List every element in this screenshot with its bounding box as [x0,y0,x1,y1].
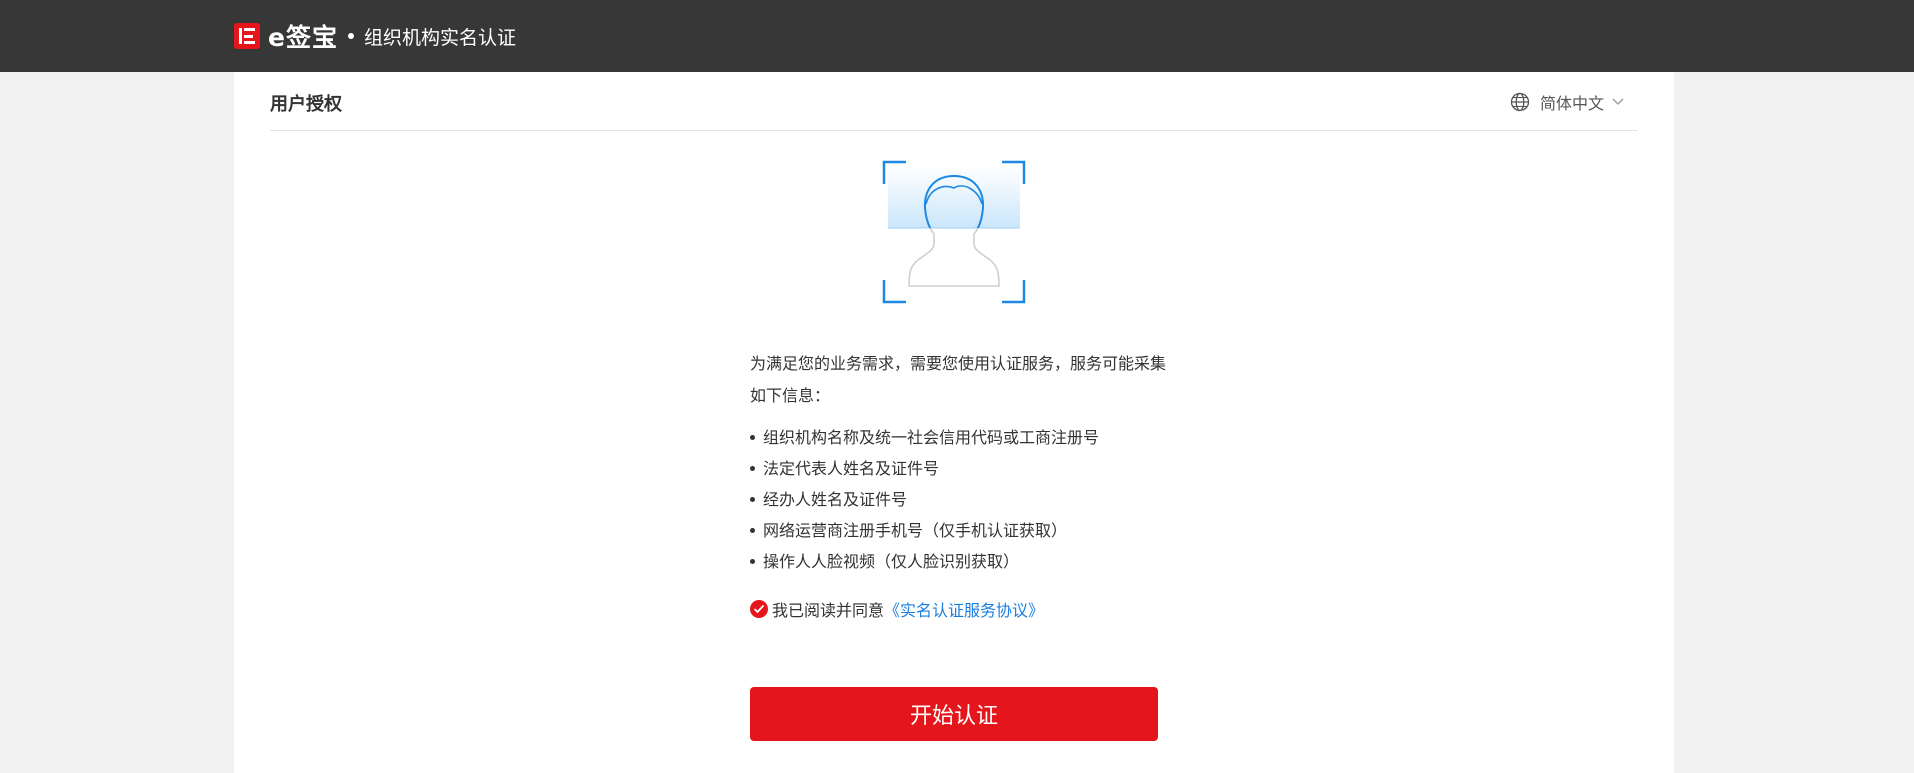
panel-header: 用户授权 简体中文 [270,72,1638,131]
page-title: 用户授权 [270,94,342,115]
bullet [750,435,755,440]
list-item: 经办人姓名及证件号 [750,484,1170,515]
bullet [750,497,755,502]
page-subtitle: 组织机构实名认证 [363,26,516,49]
list-item-text: 经办人姓名及证件号 [763,490,908,509]
authorization-content: 为满足您的业务需求，需要您使用认证服务，服务可能采集如下信息： 组织机构名称及统… [750,348,1170,621]
logo-text: e签宝 [268,23,338,52]
bullet [750,559,755,564]
separator-dot [347,33,354,39]
language-label: 简体中文 [1539,94,1604,113]
language-switcher[interactable]: 简体中文 [1510,90,1624,114]
info-list: 组织机构名称及统一社会信用代码或工商注册号 法定代表人姓名及证件号 经办人姓名及… [750,422,1170,577]
service-agreement-link[interactable]: 《实名认证服务协议》 [884,597,1044,621]
list-item: 法定代表人姓名及证件号 [750,453,1170,484]
agree-checkbox[interactable] [750,600,768,618]
bullet [750,528,755,533]
bullet [750,466,755,471]
list-item-text: 操作人人脸视频（仅人脸识别获取） [763,552,1020,571]
intro-text: 为满足您的业务需求，需要您使用认证服务，服务可能采集如下信息： [750,354,1167,405]
list-item-text: 法定代表人姓名及证件号 [763,459,940,478]
agreement-row: 我已阅读并同意 《实名认证服务协议》 [750,597,1170,621]
brand[interactable]: e签宝 组织机构实名认证 [234,20,516,52]
agree-text: 我已阅读并同意 [772,601,885,620]
list-item: 网络运营商注册手机号（仅手机认证获取） [750,515,1170,546]
list-item: 操作人人脸视频（仅人脸识别获取） [750,546,1170,577]
list-item-text: 网络运营商注册手机号（仅手机认证获取） [763,521,1068,540]
chevron-down-icon [1612,98,1624,106]
globe-icon [1510,92,1530,112]
top-bar: e签宝 组织机构实名认证 [0,0,1914,72]
check-icon [753,604,765,614]
start-verification-button[interactable]: 开始认证 [750,687,1158,741]
esign-logo-icon [234,23,260,49]
list-item: 组织机构名称及统一社会信用代码或工商注册号 [750,422,1170,453]
main-panel: 用户授权 简体中文 为满足您的业务需求，需要您使用认证服务，服务可能采集如下信息… [234,72,1674,773]
face-scan-icon [882,160,1026,304]
list-item-text: 组织机构名称及统一社会信用代码或工商注册号 [763,428,1100,447]
